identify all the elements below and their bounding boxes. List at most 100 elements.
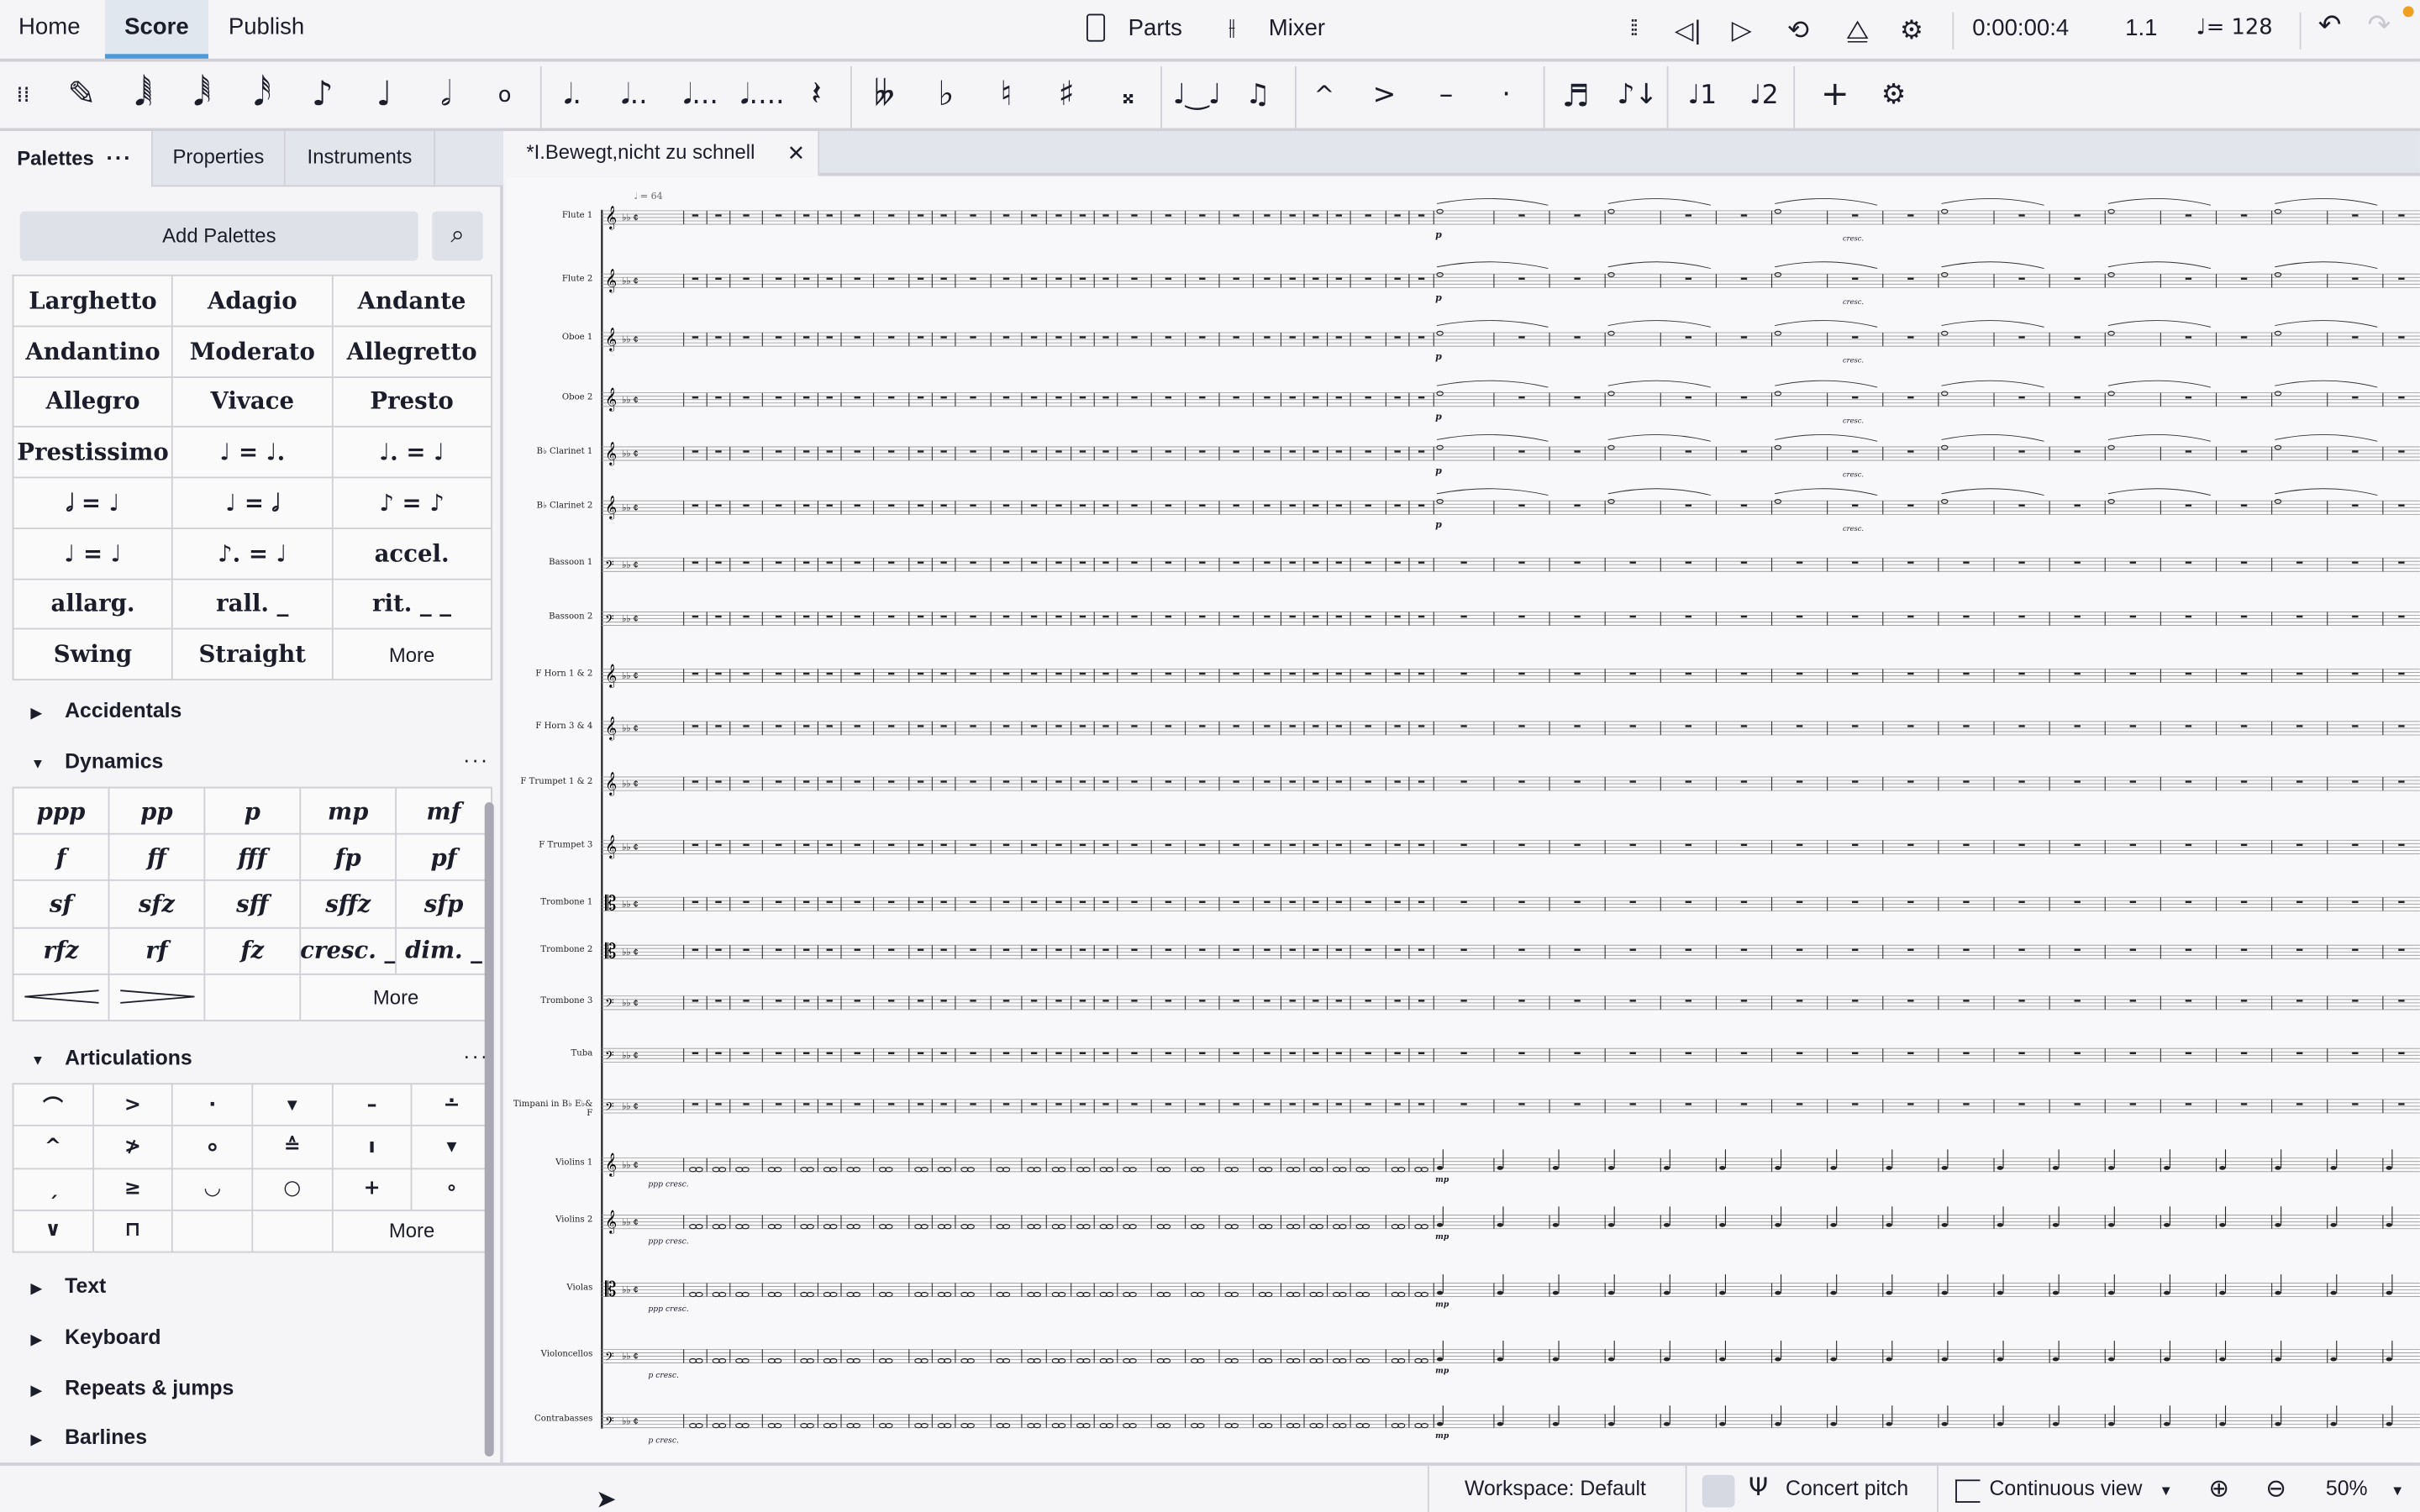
score-canvas[interactable]: 𝅗𝅥 = 64 𝄞 ♭♭ ¢ 𝄞 ♭♭ ¢ 𝄞 ♭♭ ¢ 𝄞 ♭♭ ¢ 𝄞 ♭♭ ¢ 𝄞 ♭♭ ¢ 𝄢 ♭… bbox=[506, 177, 2420, 1463]
metronome-icon[interactable]: ⧋ bbox=[1846, 15, 1870, 46]
double-flat-icon[interactable]: 𝄫 bbox=[861, 71, 908, 120]
palette-cell-dynamic[interactable]: sfz bbox=[109, 881, 204, 927]
natural-icon[interactable]: ♮ bbox=[983, 71, 1029, 120]
palette-cell-articulation[interactable]: ≥ bbox=[93, 1168, 172, 1210]
dynamic-marking[interactable]: p cresc. bbox=[648, 1436, 679, 1446]
marcato-icon[interactable]: ^ bbox=[1301, 71, 1347, 120]
chevron-down-icon[interactable]: ▼ bbox=[2391, 1483, 2404, 1498]
palette-cell-dynamic[interactable]: sf bbox=[13, 881, 108, 927]
mixer-button[interactable]: Mixer bbox=[1269, 15, 1325, 41]
palette-cell-dynamic[interactable]: sfp bbox=[397, 881, 492, 927]
flip-direction-icon[interactable]: ♪↓ bbox=[1614, 71, 1660, 120]
section-text[interactable]: ▶ Text bbox=[31, 1274, 107, 1298]
palette-cell-dynamic[interactable]: pp bbox=[109, 788, 204, 834]
zoom-in-icon[interactable]: ⊕ bbox=[2208, 1473, 2229, 1503]
instrument-name[interactable]: Bassoon 2 bbox=[506, 612, 592, 622]
tab-palettes[interactable]: Palettes ··· bbox=[0, 131, 153, 187]
palette-cell-tempo[interactable]: rall. _ bbox=[173, 579, 332, 628]
tempo-display[interactable]: ♩= 128 bbox=[2196, 15, 2273, 39]
more-tempo-button[interactable]: More bbox=[333, 629, 492, 680]
instrument-name[interactable]: Bassoon 1 bbox=[506, 559, 592, 568]
palette-cell-dynamic[interactable]: ppp bbox=[13, 788, 108, 834]
instrument-name[interactable]: Tuba bbox=[506, 1049, 593, 1058]
undo-icon[interactable]: ↶ bbox=[2318, 9, 2342, 42]
tab-home[interactable]: Home bbox=[0, 0, 99, 59]
palette-cell-articulation[interactable]: ˏ bbox=[13, 1168, 92, 1210]
dynamic-marking[interactable]: p bbox=[1435, 230, 1442, 241]
palette-cell-tempo[interactable]: Allegretto bbox=[333, 326, 492, 376]
parts-button[interactable]: Parts bbox=[1128, 15, 1182, 41]
palette-cell-articulation[interactable]: ∘ bbox=[413, 1168, 492, 1210]
instrument-name[interactable]: Flute 1 bbox=[506, 212, 592, 221]
redo-icon[interactable]: ↷ bbox=[2367, 9, 2391, 42]
palette-cell-dynamic[interactable]: rfz bbox=[13, 927, 108, 974]
dynamic-marking[interactable]: cresc. bbox=[1843, 472, 1864, 480]
palette-cell-tempo[interactable]: Prestissimo bbox=[13, 428, 172, 477]
palette-cell-articulation[interactable]: > bbox=[93, 1084, 172, 1126]
dynamic-marking[interactable]: p cresc. bbox=[648, 1372, 679, 1381]
crescendo-hairpin[interactable] bbox=[13, 974, 108, 1021]
playback-settings-icon[interactable]: ⚙ bbox=[1900, 15, 1923, 46]
section-keyboard[interactable]: ▶ Keyboard bbox=[31, 1326, 161, 1349]
dynamic-marking[interactable]: ppp cresc. bbox=[648, 1237, 688, 1247]
dynamic-marking[interactable]: p bbox=[1435, 352, 1442, 363]
instrument-name[interactable]: Timpani in B♭ E♭& F bbox=[506, 1100, 592, 1119]
palette-cell-tempo[interactable]: Allegro bbox=[13, 377, 172, 427]
palette-cell-tempo[interactable]: rit. _ _ bbox=[333, 579, 492, 628]
palette-cell-tempo[interactable]: 𝅗𝅥 = ♩ bbox=[13, 478, 172, 528]
dynamic-marking[interactable]: mp bbox=[1435, 1300, 1449, 1310]
sharp-icon[interactable]: ♯ bbox=[1044, 71, 1090, 120]
concert-pitch-label[interactable]: Concert pitch bbox=[1786, 1477, 1908, 1500]
tuplet-icon[interactable]: ♬ bbox=[1553, 71, 1599, 120]
decrescendo-hairpin[interactable] bbox=[109, 974, 204, 1021]
palette-cell-tempo[interactable]: Moderato bbox=[173, 326, 332, 376]
section-accidentals[interactable]: ▶ Accidentals bbox=[31, 699, 182, 722]
palette-cell-tempo[interactable]: accel. bbox=[333, 528, 492, 578]
add-icon[interactable]: + bbox=[1812, 71, 1858, 120]
zoom-level[interactable]: 50% bbox=[2326, 1477, 2368, 1500]
16th-note-icon[interactable]: 𝅘𝅥𝅰 bbox=[239, 71, 286, 120]
palette-cell-articulation[interactable]: ▾ bbox=[253, 1084, 332, 1126]
voice-2-button[interactable]: ♩2 bbox=[1741, 71, 1787, 120]
dynamic-marking[interactable]: cresc. bbox=[1843, 418, 1864, 426]
dynamic-marking[interactable]: mp bbox=[1435, 1176, 1449, 1185]
instrument-name[interactable]: Violas bbox=[506, 1284, 592, 1293]
palette-cell-dynamic[interactable]: fff bbox=[205, 834, 300, 880]
search-palettes-button[interactable]: ⌕ bbox=[432, 211, 483, 261]
palette-cell-tempo[interactable]: Larghetto bbox=[13, 276, 172, 326]
dynamic-marking[interactable]: mp bbox=[1435, 1367, 1449, 1376]
half-note-icon[interactable]: 𝅗𝅥 bbox=[423, 71, 469, 120]
palette-cell-dynamic[interactable]: sffz bbox=[301, 881, 396, 927]
palette-cell-articulation[interactable]: ⊓ bbox=[93, 1210, 172, 1252]
tab-publish[interactable]: Publish bbox=[210, 0, 323, 59]
palette-cell-articulation[interactable]: ≙ bbox=[253, 1126, 332, 1168]
chevron-down-icon[interactable]: ▼ bbox=[2160, 1483, 2173, 1498]
palette-cell-tempo[interactable]: Adagio bbox=[173, 276, 332, 326]
palette-cell-articulation[interactable]: ◡ bbox=[173, 1168, 252, 1210]
palette-cell-articulation[interactable]: ^ bbox=[13, 1126, 92, 1168]
rest-icon[interactable]: 𝄽 bbox=[793, 71, 839, 120]
instrument-name[interactable]: Violins 1 bbox=[506, 1158, 592, 1168]
whole-note-icon[interactable]: o bbox=[481, 71, 528, 120]
palette-cell-dynamic[interactable]: fp bbox=[301, 834, 396, 880]
palette-cell-tempo[interactable]: Straight bbox=[173, 629, 332, 680]
zoom-out-icon[interactable]: ⊖ bbox=[2265, 1473, 2286, 1503]
dynamic-marking[interactable]: p bbox=[1435, 520, 1442, 531]
voice-1-button[interactable]: ♩1 bbox=[1679, 71, 1725, 120]
palette-cell-dynamic[interactable]: p bbox=[205, 788, 300, 834]
tab-instruments[interactable]: Instruments bbox=[285, 131, 435, 187]
augmentation-dot-icon[interactable]: 𝅘𝅥. bbox=[550, 71, 596, 120]
flat-icon[interactable]: ♭ bbox=[923, 71, 969, 120]
palette-cell-tempo[interactable]: Andante bbox=[333, 276, 492, 326]
instrument-name[interactable]: B♭ Clarinet 2 bbox=[506, 501, 593, 511]
palette-cell-tempo[interactable]: ♩ = 𝅗𝅥 bbox=[173, 478, 332, 528]
instrument-name[interactable]: Trombone 1 bbox=[506, 898, 592, 907]
32nd-note-icon[interactable]: 𝅘𝅥𝅱 bbox=[179, 71, 225, 120]
quarter-note-icon[interactable]: ♩ bbox=[361, 71, 408, 120]
palette-cell-articulation[interactable]: ⌒ bbox=[13, 1084, 92, 1126]
play-icon[interactable]: ▷ bbox=[1732, 15, 1752, 46]
instrument-name[interactable]: F Horn 3 & 4 bbox=[506, 722, 592, 732]
palette-cell-dynamic[interactable]: mf bbox=[397, 788, 492, 834]
instrument-name[interactable]: F Trumpet 3 bbox=[506, 841, 592, 850]
section-dynamics[interactable]: ▼ Dynamics bbox=[31, 750, 164, 774]
